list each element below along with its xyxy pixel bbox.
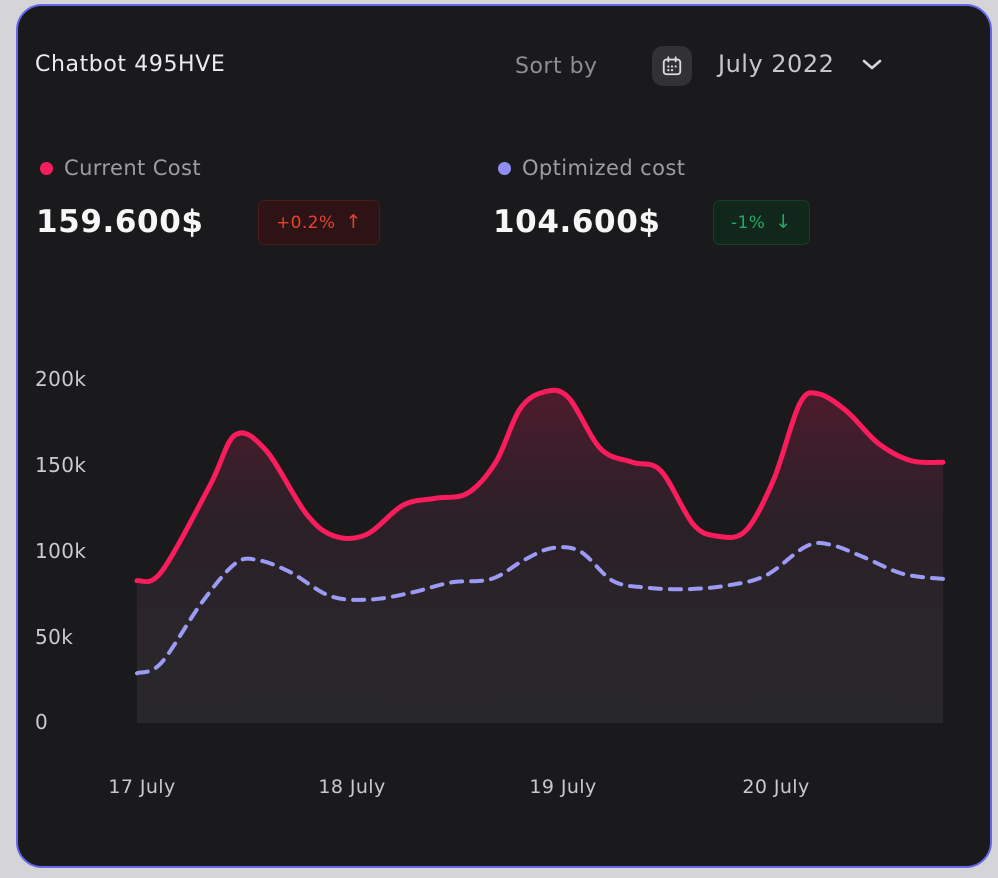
x-axis-tick: 19 July [529, 776, 597, 798]
calendar-icon [662, 56, 682, 76]
y-axis-tick: 100k [35, 539, 87, 563]
current-cost-change-badge: +0.2% ↑ [258, 200, 380, 245]
trend-up-icon: ↑ [345, 211, 362, 233]
y-axis-tick: 200k [35, 367, 87, 391]
current-cost-legend: Current Cost [40, 156, 201, 180]
sort-by-label: Sort by [515, 54, 598, 79]
y-axis-tick: 50k [35, 625, 74, 649]
optimized-cost-dot-icon [498, 161, 511, 175]
current-cost-label: Current Cost [64, 156, 202, 180]
current-cost-dot-icon [40, 161, 53, 175]
page-title: Chatbot 495HVE [35, 52, 226, 77]
optimized-cost-change-badge: -1% ↓ [713, 200, 810, 245]
chevron-down-icon [863, 59, 882, 69]
optimized-cost-legend: Optimized cost [498, 156, 685, 180]
optimized-cost-change-text: -1% [731, 212, 766, 233]
x-axis-tick: 17 July [108, 776, 176, 798]
y-axis-tick: 0 [35, 710, 49, 734]
x-axis-tick: 18 July [318, 776, 386, 798]
cost-chart [134, 387, 946, 723]
calendar-button[interactable] [652, 46, 692, 86]
x-axis-tick: 20 July [742, 776, 810, 798]
y-axis-tick: 150k [35, 453, 87, 477]
trend-down-icon: ↓ [775, 211, 792, 233]
period-value: July 2022 [718, 50, 835, 78]
dashboard-card: Chatbot 495HVE Sort by July 2022 Current… [16, 4, 992, 868]
current-cost-value: 159.600$ [36, 204, 204, 240]
current-cost-change-text: +0.2% [276, 212, 336, 233]
period-selector[interactable]: July 2022 [718, 50, 882, 78]
optimized-cost-label: Optimized cost [522, 156, 686, 180]
optimized-cost-value: 104.600$ [493, 204, 661, 240]
